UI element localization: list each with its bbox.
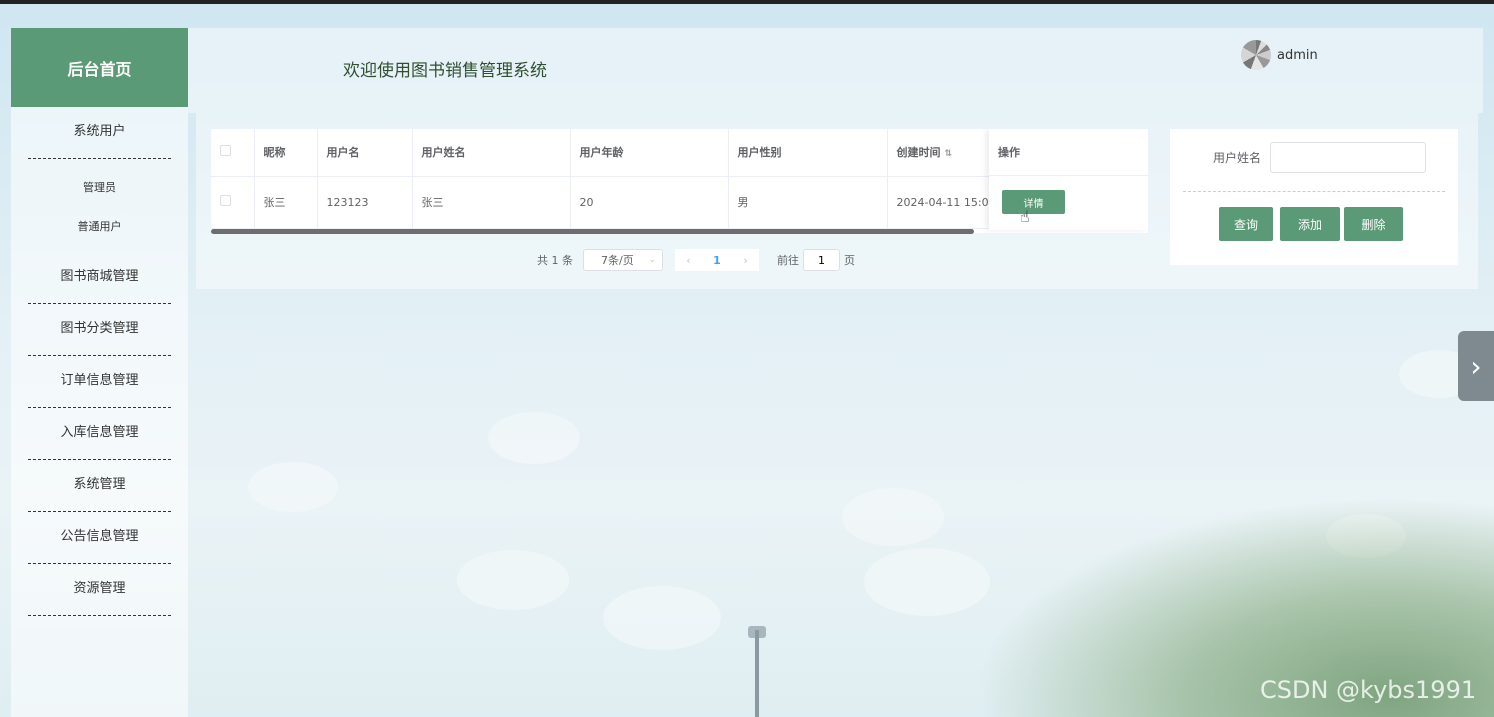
pagination-total: 共 1 条 — [537, 254, 573, 267]
window-top-bar — [0, 0, 1494, 4]
column-header-realname: 用户姓名 — [412, 129, 571, 177]
search-divider — [1183, 191, 1445, 192]
search-panel: 用户姓名 查询 添加 删除 — [1170, 129, 1458, 265]
cell-created: 2024-04-11 15:07:0 — [887, 176, 990, 229]
row-checkbox[interactable] — [220, 195, 231, 206]
cell-gender: 男 — [728, 176, 888, 229]
page-suffix: 页 — [844, 254, 855, 267]
sidebar-item-system-settings[interactable]: 系统管理 — [28, 460, 171, 512]
sidebar-submenu: 管理员 普通用户 — [11, 159, 188, 252]
chevron-down-icon: ⌄ — [648, 255, 656, 265]
sidebar-item-book-category[interactable]: 图书分类管理 — [28, 304, 171, 356]
column-header-created-label: 创建时间 — [896, 146, 941, 160]
column-header-age: 用户年龄 — [570, 129, 729, 177]
page-size-select[interactable]: 7条/页 ⌄ — [583, 249, 663, 271]
sidebar-subitem-admin[interactable]: 管理员 — [11, 168, 188, 207]
column-header-created[interactable]: 创建时间 ⇅ — [887, 129, 990, 177]
detail-button[interactable]: 详情 — [1002, 190, 1065, 214]
sidebar-group-system-users: 系统用户 管理员 普通用户 — [11, 107, 188, 252]
goto-label: 前往 — [777, 254, 799, 267]
page-size-value: 7条/页 — [601, 254, 634, 267]
select-all-cell — [211, 129, 255, 177]
sort-icon[interactable]: ⇅ — [945, 149, 953, 159]
sidebar-item-book-mall[interactable]: 图书商城管理 — [28, 252, 171, 304]
sidebar-item-orders[interactable]: 订单信息管理 — [28, 356, 171, 408]
sidebar-item-announcements[interactable]: 公告信息管理 — [28, 512, 171, 564]
sidebar-menu: 系统用户 管理员 普通用户 图书商城管理 图书分类管理 订单信息管理 入库信息管… — [11, 107, 188, 616]
pointer-hand-icon: ☝ — [1020, 207, 1030, 226]
prev-page-icon[interactable]: ‹ — [686, 254, 690, 267]
next-page-icon[interactable]: › — [743, 254, 747, 267]
watermark: CSDN @kybs1991 — [1260, 676, 1477, 704]
background-lamp-pole — [755, 630, 759, 717]
goto-page-input[interactable] — [803, 249, 840, 271]
search-realname-label: 用户姓名 — [1213, 151, 1262, 165]
column-header-gender: 用户性别 — [728, 129, 888, 177]
background-bubble — [248, 462, 338, 512]
add-button[interactable]: 添加 — [1280, 207, 1340, 241]
background-bubble — [603, 586, 721, 650]
background-bubble — [488, 412, 580, 464]
column-header-nickname: 昵称 — [254, 129, 318, 177]
background-bubble — [864, 548, 990, 616]
cell-realname: 张三 — [412, 176, 571, 229]
avatar[interactable] — [1241, 40, 1271, 70]
sidebar-item-resources[interactable]: 资源管理 — [28, 564, 171, 616]
pagination-nav: ‹ 1 › — [675, 249, 759, 271]
page-title: 欢迎使用图书销售管理系统 — [343, 61, 547, 81]
sidebar-subitem-normal-user[interactable]: 普通用户 — [11, 207, 188, 246]
table-horizontal-scrollbar[interactable] — [211, 229, 974, 234]
cell-username: 123123 — [317, 176, 413, 229]
column-header-username: 用户名 — [317, 129, 413, 177]
chevron-right-icon[interactable]: › — [1458, 331, 1494, 401]
actions-fixed-column: 操作 详情 ☝ — [989, 129, 1148, 230]
column-header-actions: 操作 — [989, 129, 1148, 176]
current-page[interactable]: 1 — [713, 254, 721, 267]
background-bubble — [457, 550, 569, 610]
pagination: 共 1 条 7条/页 ⌄ ‹ 1 › 前往 页 — [537, 249, 855, 271]
user-table: 昵称 用户名 用户姓名 用户年龄 用户性别 创建时间 ⇅ 张三 123123 张三… — [211, 129, 1148, 233]
row-select-cell — [211, 176, 255, 229]
cell-age: 20 — [570, 176, 729, 229]
delete-button[interactable]: 删除 — [1344, 207, 1403, 241]
header: 欢迎使用图书销售管理系统 admin — [188, 28, 1483, 113]
sidebar-item-system-users[interactable]: 系统用户 — [28, 107, 171, 159]
sidebar-item-stock-in[interactable]: 入库信息管理 — [28, 408, 171, 460]
search-realname-input[interactable] — [1270, 142, 1426, 173]
username: admin — [1277, 47, 1318, 63]
user-menu[interactable]: admin — [1241, 40, 1318, 70]
query-button[interactable]: 查询 — [1219, 207, 1273, 241]
sidebar-home-title[interactable]: 后台首页 — [11, 28, 188, 107]
select-all-checkbox[interactable] — [220, 145, 231, 157]
main-content: 昵称 用户名 用户姓名 用户年龄 用户性别 创建时间 ⇅ 张三 123123 张三… — [196, 113, 1478, 289]
cell-nickname: 张三 — [254, 176, 318, 229]
sidebar: 后台首页 系统用户 管理员 普通用户 图书商城管理 图书分类管理 订单信息管理 … — [11, 28, 188, 717]
background-bubble — [842, 488, 944, 546]
